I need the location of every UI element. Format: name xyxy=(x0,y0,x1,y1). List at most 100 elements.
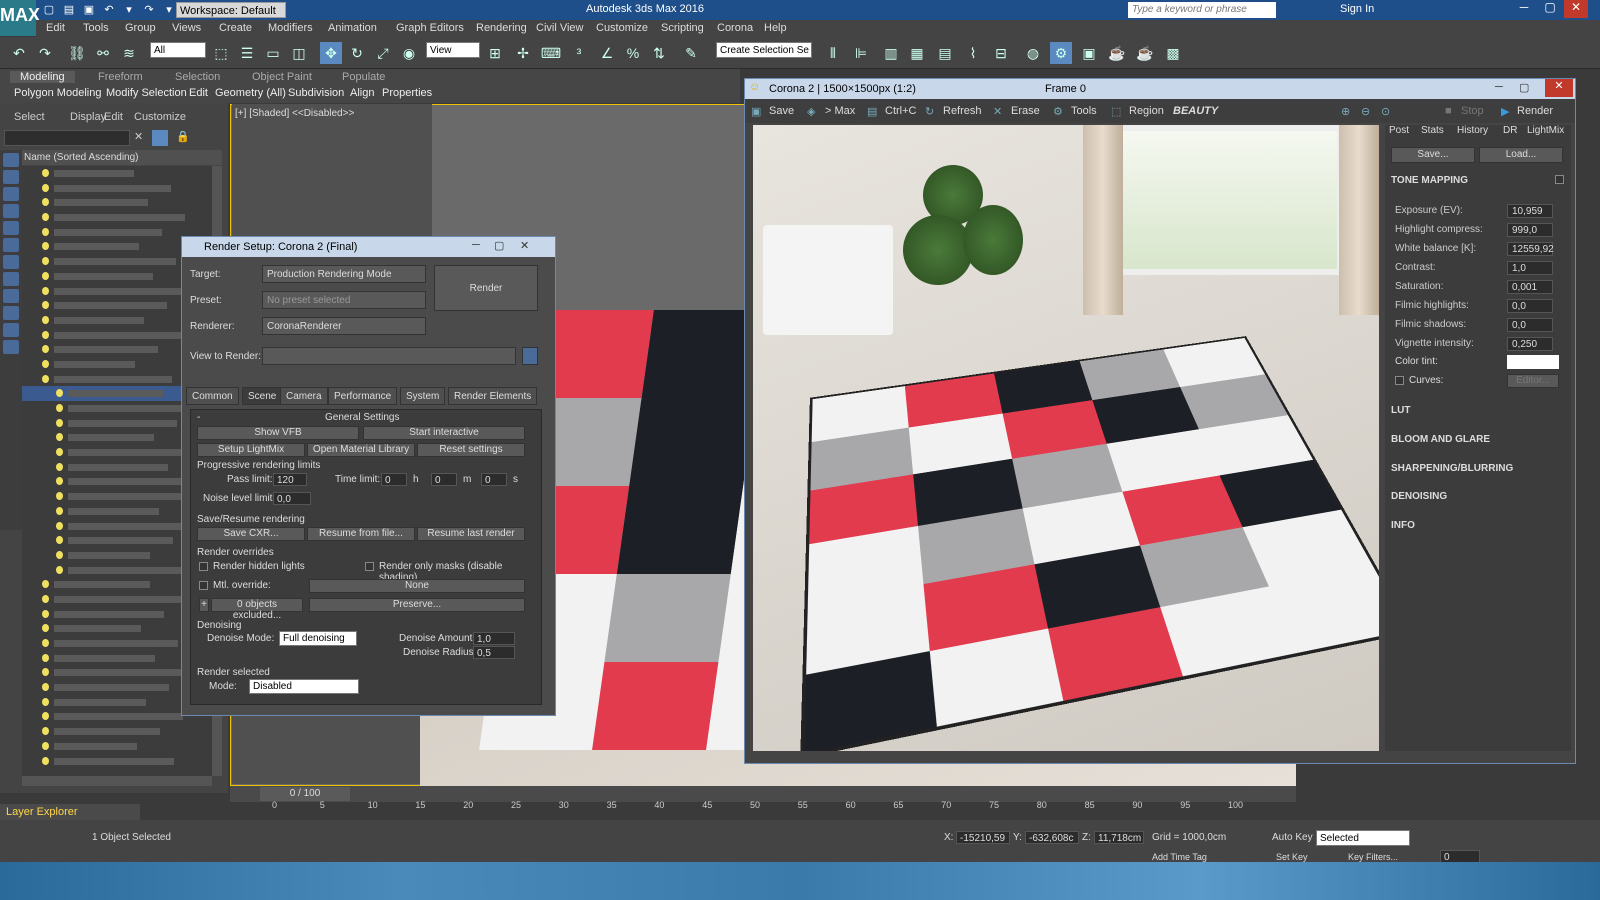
save-cxr-button[interactable]: Save CXR... xyxy=(197,527,305,541)
time-minutes-spinner[interactable]: 0 xyxy=(431,473,457,486)
lock-icon[interactable]: 🔒 xyxy=(176,130,190,144)
ribbon-properties[interactable]: Properties xyxy=(382,87,432,99)
ribbon-modify-selection[interactable]: Modify Selection xyxy=(106,87,187,99)
ribbon-geometry[interactable]: Geometry (All) xyxy=(215,87,286,99)
visibility-bulb-icon[interactable] xyxy=(42,184,49,192)
visibility-bulb-icon[interactable] xyxy=(42,610,49,618)
curve-editor-icon[interactable]: ⌇ xyxy=(962,42,984,64)
unlink-icon[interactable]: ⚯ xyxy=(92,42,114,64)
vfb-tab-history[interactable]: History xyxy=(1457,125,1488,136)
visibility-bulb-icon[interactable] xyxy=(56,522,63,530)
tab-system[interactable]: System xyxy=(400,387,445,405)
display-cameras-icon[interactable] xyxy=(3,204,19,218)
link-icon[interactable]: ⛓ xyxy=(66,42,88,64)
menu-group[interactable]: Group xyxy=(125,22,156,34)
menu-views[interactable]: Views xyxy=(172,22,201,34)
material-editor-icon[interactable]: ◍ xyxy=(1022,42,1044,64)
ribbon-tab-populate[interactable]: Populate xyxy=(342,71,385,83)
pass-limit-spinner[interactable]: 120 xyxy=(273,473,307,486)
visibility-bulb-icon[interactable] xyxy=(42,742,49,750)
vfb-save-icon[interactable]: ▣ xyxy=(751,105,761,118)
target-dropdown[interactable]: Production Rendering Mode xyxy=(262,265,426,283)
lut-header[interactable]: LUT xyxy=(1391,405,1410,416)
auto-key-button[interactable]: Auto Key xyxy=(1272,832,1313,843)
frame-counter[interactable]: 0 / 100 xyxy=(260,787,350,801)
filter-icon[interactable] xyxy=(152,130,168,146)
menu-animation[interactable]: Animation xyxy=(328,22,377,34)
visibility-bulb-icon[interactable] xyxy=(42,198,49,206)
layer-manager-icon[interactable]: ▥ xyxy=(880,42,902,64)
bloom-glare-header[interactable]: BLOOM AND GLARE xyxy=(1391,434,1490,445)
visibility-bulb-icon[interactable] xyxy=(42,683,49,691)
add-time-tag[interactable]: Add Time Tag xyxy=(1152,852,1207,862)
visibility-bulb-icon[interactable] xyxy=(42,698,49,706)
undo-dropdown-icon[interactable]: ▾ xyxy=(120,2,138,18)
view-to-render-dropdown[interactable] xyxy=(262,347,516,365)
vfb-zoom-in-icon[interactable]: ⊕ xyxy=(1341,105,1350,118)
ribbon-polygon-modeling[interactable]: Polygon Modeling xyxy=(14,87,101,99)
select-object-icon[interactable]: ⬚ xyxy=(210,42,232,64)
resume-from-file-button[interactable]: Resume from file... xyxy=(307,527,415,541)
vfb-tools-icon[interactable]: ⚙ xyxy=(1053,105,1063,118)
undo-icon[interactable]: ↶ xyxy=(8,42,30,64)
vfb-copy-button[interactable]: Ctrl+C xyxy=(885,105,916,117)
menu-modifiers[interactable]: Modifiers xyxy=(268,22,313,34)
resume-last-render-button[interactable]: Resume last render xyxy=(417,527,525,541)
explorer-horizontal-scrollbar[interactable] xyxy=(22,776,212,786)
visibility-bulb-icon[interactable] xyxy=(42,375,49,383)
render-only-masks-checkbox[interactable] xyxy=(365,562,374,571)
viewport-shading[interactable]: [Shaded] xyxy=(249,108,289,119)
redo-icon[interactable]: ↷ xyxy=(34,42,56,64)
visibility-bulb-icon[interactable] xyxy=(42,316,49,324)
mtl-override-checkbox[interactable] xyxy=(199,581,208,590)
snap-toggle-icon[interactable]: ³ xyxy=(568,42,590,64)
visibility-bulb-icon[interactable] xyxy=(42,595,49,603)
vfb-channel-dropdown[interactable]: BEAUTY xyxy=(1173,105,1218,117)
keyboard-shortcut-icon[interactable]: ⌨ xyxy=(540,42,562,64)
select-manipulate-icon[interactable]: ✢ xyxy=(512,42,534,64)
vfb-tab-stats[interactable]: Stats xyxy=(1421,125,1444,136)
select-by-name-icon[interactable]: ☰ xyxy=(236,42,258,64)
reset-settings-button[interactable]: Reset settings xyxy=(417,443,525,457)
explorer-search-input[interactable] xyxy=(4,130,130,146)
vfb-save-button[interactable]: Save xyxy=(769,105,794,117)
visibility-bulb-icon[interactable] xyxy=(42,624,49,632)
mirror-icon[interactable]: ⫴ xyxy=(822,42,844,64)
display-spacewarps-icon[interactable] xyxy=(3,238,19,252)
vfb-close-icon[interactable]: ✕ xyxy=(1545,79,1573,97)
render-iterative-icon[interactable]: ☕ xyxy=(1134,42,1156,64)
explorer-menu-customize[interactable]: Customize xyxy=(134,111,186,123)
renderer-dropdown[interactable]: CoronaRenderer xyxy=(262,317,426,335)
tone-param-spinner[interactable]: 10,959 xyxy=(1507,204,1553,218)
menu-edit[interactable]: Edit xyxy=(46,22,65,34)
tab-scene[interactable]: Scene xyxy=(242,387,282,405)
layer-row[interactable] xyxy=(22,181,214,196)
tone-param-spinner[interactable]: 0,001 xyxy=(1507,280,1553,294)
render-production-icon[interactable]: ☕ xyxy=(1106,42,1128,64)
display-helpers-icon[interactable] xyxy=(3,221,19,235)
app-logo[interactable]: MAX xyxy=(0,0,36,36)
render-hidden-lights-checkbox[interactable] xyxy=(199,562,208,571)
rendered-image[interactable] xyxy=(753,125,1379,751)
vfb-to-max-button[interactable]: > Max xyxy=(825,105,855,117)
ribbon-tab-modeling[interactable]: Modeling xyxy=(10,71,75,83)
layer-row[interactable] xyxy=(22,754,214,769)
menu-corona[interactable]: Corona xyxy=(717,22,753,34)
align-icon[interactable]: ⊫ xyxy=(850,42,872,64)
edit-named-selection-icon[interactable]: ✎ xyxy=(680,42,702,64)
visibility-bulb-icon[interactable] xyxy=(56,389,63,397)
close-icon[interactable]: ✕ xyxy=(1564,0,1588,18)
scale-icon[interactable]: ⤢ xyxy=(372,42,394,64)
vfb-render-icon[interactable]: ▶ xyxy=(1501,105,1509,118)
visibility-bulb-icon[interactable] xyxy=(56,404,63,412)
tone-param-spinner[interactable]: 0,0 xyxy=(1507,318,1553,332)
vfb-refresh-icon[interactable]: ↻ xyxy=(925,105,934,118)
tone-mapping-header[interactable]: TONE MAPPING xyxy=(1391,175,1468,186)
preset-dropdown[interactable]: No preset selected xyxy=(262,291,426,309)
key-filters-button[interactable]: Key Filters... xyxy=(1348,852,1398,862)
curves-editor-button[interactable]: Editor... xyxy=(1507,374,1559,388)
color-tint-swatch[interactable] xyxy=(1507,355,1559,369)
visibility-bulb-icon[interactable] xyxy=(42,242,49,250)
vfb-refresh-button[interactable]: Refresh xyxy=(943,105,982,117)
info-header[interactable]: INFO xyxy=(1391,520,1415,531)
